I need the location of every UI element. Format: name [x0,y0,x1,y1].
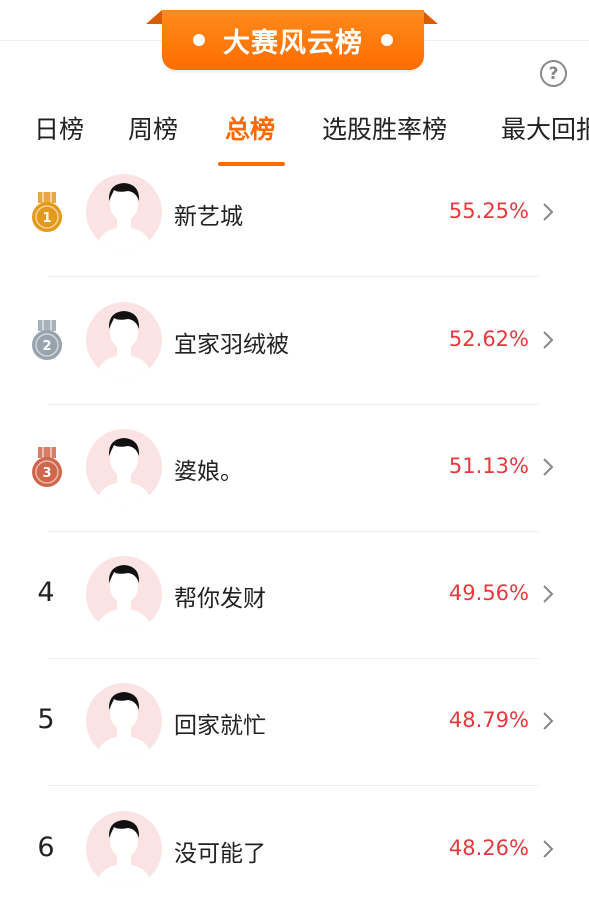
trader-name: 婆娘。 [174,459,243,485]
chevron-right-icon[interactable] [540,455,556,479]
win-rate: 48.79% [448,708,529,732]
ranking-row[interactable]: 1 新艺城 55.25% [0,150,589,277]
rank-number: 5 [37,704,55,735]
default-user-avatar-icon[interactable] [86,683,162,759]
row-divider [48,785,538,786]
default-user-avatar-icon[interactable] [86,811,162,887]
chevron-right-icon[interactable] [540,328,556,352]
banner-dot-left [193,34,205,46]
chevron-right-icon[interactable] [540,200,556,224]
trader-name: 新艺城 [174,204,243,230]
tab-weekly[interactable]: 周榜 [128,110,178,146]
win-rate: 51.13% [448,454,529,478]
banner-title: 大赛风云榜 [223,27,363,59]
banner-dot-right [381,34,393,46]
trader-name: 帮你发财 [174,586,266,612]
row-divider [48,276,538,277]
chevron-right-icon[interactable] [540,582,556,606]
rank-number: 4 [37,577,55,608]
ranking-row[interactable]: 2 宜家羽绒被 52.62% [0,278,589,405]
trader-name: 没可能了 [174,841,266,867]
chevron-right-icon[interactable] [540,709,556,733]
medal-icon: 2 [30,320,64,362]
trader-name: 宜家羽绒被 [174,332,289,358]
rank-number: 6 [37,832,55,863]
medal-icon: 3 [30,447,64,489]
tab-win-rate[interactable]: 选股胜率榜 [322,110,447,146]
win-rate: 49.56% [448,581,529,605]
win-rate: 55.25% [448,199,529,223]
default-user-avatar-icon[interactable] [86,302,162,378]
tab-total[interactable]: 总榜 [225,110,275,146]
leaderboard-banner: 大赛风云榜 [162,10,424,70]
banner-ribbon-right [422,10,438,24]
default-user-avatar-icon[interactable] [86,174,162,250]
win-rate: 52.62% [448,327,529,351]
tab-max-return[interactable]: 最大回报 [501,110,589,146]
medal-icon: 1 [30,192,64,234]
win-rate: 48.26% [448,836,529,860]
ranking-row[interactable]: 3 婆娘。 51.13% [0,405,589,532]
default-user-avatar-icon[interactable] [86,556,162,632]
trader-name: 回家就忙 [174,713,266,739]
tab-daily[interactable]: 日榜 [34,110,84,146]
chevron-right-icon[interactable] [540,837,556,861]
banner-ribbon-left [146,10,162,24]
medal-rank-number: 3 [42,466,51,481]
question-circle-icon[interactable]: ? [540,60,567,87]
ranking-row[interactable]: 6 没可能了 48.26% [0,787,589,914]
ranking-row[interactable]: 5 回家就忙 48.79% [0,659,589,786]
ranking-row[interactable]: 4 帮你发财 49.56% [0,532,589,659]
medal-rank-number: 2 [42,339,51,354]
default-user-avatar-icon[interactable] [86,429,162,505]
medal-rank-number: 1 [42,211,51,226]
